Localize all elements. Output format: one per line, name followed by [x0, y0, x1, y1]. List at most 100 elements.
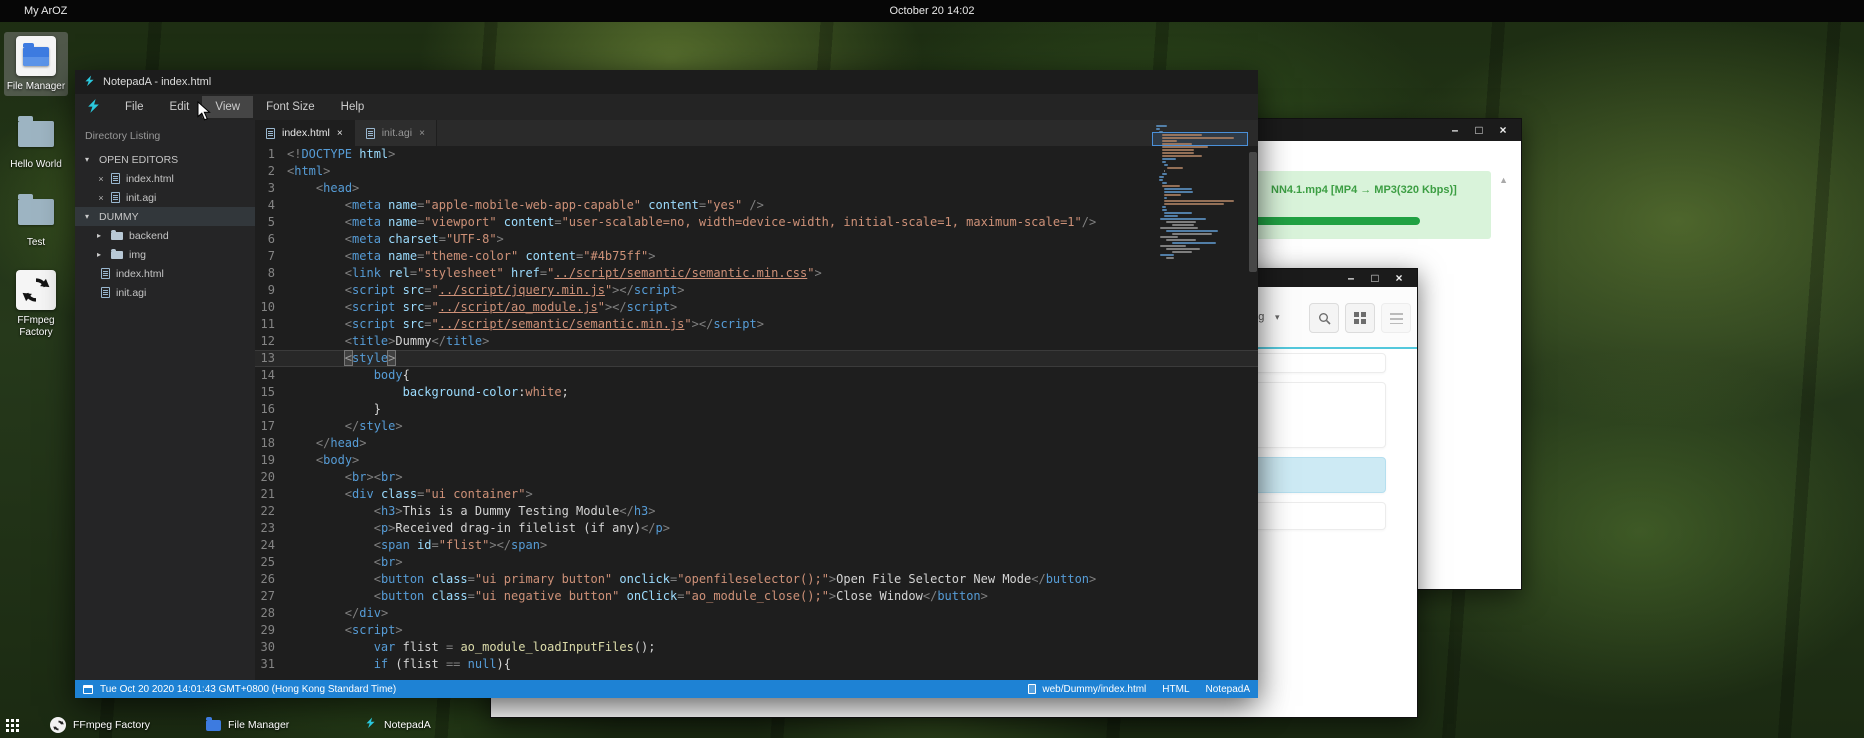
code-line[interactable]: 17 </style>	[255, 418, 1258, 435]
status-language[interactable]: HTML	[1162, 684, 1189, 695]
scroll-up-icon[interactable]: ▲	[1499, 175, 1508, 185]
taskbar-item-file-manager[interactable]: File Manager	[200, 714, 295, 736]
code-line[interactable]: 20 <br><br>	[255, 469, 1258, 486]
code-line[interactable]: 13 <style>	[255, 350, 1258, 367]
ffmpeg-icon	[50, 717, 66, 733]
code-line[interactable]: 18 </head>	[255, 435, 1258, 452]
open-editor-init.agi[interactable]: × init.agi	[75, 188, 255, 207]
code-line[interactable]: 21 <div class="ui container">	[255, 486, 1258, 503]
code-line[interactable]: 14 body{	[255, 367, 1258, 384]
tree-item-label: init.agi	[126, 192, 156, 204]
code-line-text: if (flist == null){	[287, 656, 511, 673]
code-line[interactable]: 7 <meta name="theme-color" content="#4b7…	[255, 248, 1258, 265]
search-button[interactable]	[1309, 303, 1339, 333]
line-number: 3	[255, 180, 287, 197]
close-icon[interactable]: ×	[97, 193, 105, 203]
code-line[interactable]: 16 }	[255, 401, 1258, 418]
taskbar-item-notepada[interactable]: NotepadA	[358, 714, 437, 736]
desktop-icon-file-manager[interactable]: File Manager	[4, 32, 68, 96]
tree-item-index.html[interactable]: index.html	[75, 264, 255, 283]
desktop-icon-test[interactable]: Test	[4, 188, 68, 252]
menu-font-size[interactable]: Font Size	[253, 96, 328, 118]
line-number: 24	[255, 537, 287, 554]
code-line[interactable]: 27 <button class="ui negative button" on…	[255, 588, 1258, 605]
tab-index.html[interactable]: index.html×	[255, 120, 355, 146]
code-editor[interactable]: 1<!DOCTYPE html>2<html>3 <head>4 <meta n…	[255, 146, 1258, 680]
code-line[interactable]: 5 <meta name="viewport" content="user-sc…	[255, 214, 1258, 231]
code-line-text: }	[287, 401, 381, 418]
code-line[interactable]: 8 <link rel="stylesheet" href="../script…	[255, 265, 1258, 282]
close-button[interactable]: ×	[1389, 268, 1409, 288]
tab-bar: index.html×init.agi×	[255, 120, 1258, 146]
tree-item-label: index.html	[116, 268, 164, 280]
sidebar-header: Directory Listing	[75, 120, 255, 150]
minimize-button[interactable]: –	[1445, 120, 1465, 140]
code-line[interactable]: 30 var flist = ao_module_loadInputFiles(…	[255, 639, 1258, 656]
menu-edit[interactable]: Edit	[157, 96, 203, 118]
file-icon	[1028, 684, 1036, 694]
code-line-text: <script src="../script/semantic/semantic…	[287, 316, 764, 333]
taskbar-item-ffmpeg-factory[interactable]: FFmpeg Factory	[44, 714, 156, 736]
taskbar-item-label: NotepadA	[384, 719, 431, 731]
code-line[interactable]: 31 if (flist == null){	[255, 656, 1258, 673]
code-line[interactable]: 15 background-color:white;	[255, 384, 1258, 401]
code-line[interactable]: 28 </div>	[255, 605, 1258, 622]
code-line[interactable]: 26 <button class="ui primary button" onc…	[255, 571, 1258, 588]
code-line[interactable]: 11 <script src="../script/semantic/seman…	[255, 316, 1258, 333]
close-button[interactable]: ×	[1493, 120, 1513, 140]
code-line[interactable]: 3 <head>	[255, 180, 1258, 197]
tree-section-dummy[interactable]: ▾DUMMY	[75, 207, 255, 226]
minimap[interactable]	[1156, 125, 1244, 260]
code-line[interactable]: 22 <h3>This is a Dummy Testing Module</h…	[255, 503, 1258, 520]
notepada-window[interactable]: NotepadA - index.html – □ × FileEditView…	[75, 70, 1258, 698]
desktop-icon-hello-world[interactable]: Hello World	[4, 110, 68, 174]
editor-scrollbar[interactable]	[1249, 152, 1257, 272]
code-line[interactable]: 19 <body>	[255, 452, 1258, 469]
code-line[interactable]: 25 <br>	[255, 554, 1258, 571]
tree-item-img[interactable]: ▸img	[75, 245, 255, 264]
calendar-icon	[83, 685, 93, 694]
minimize-button[interactable]: –	[1341, 268, 1361, 288]
code-line[interactable]: 23 <p>Received drag-in filelist (if any)…	[255, 520, 1258, 537]
maximize-button[interactable]: □	[1469, 120, 1489, 140]
directory-sidebar: Directory Listing ▾OPEN EDITORS×index.ht…	[75, 120, 255, 680]
notepada-titlebar[interactable]: NotepadA - index.html – □ ×	[75, 70, 1258, 94]
code-line[interactable]: 29 <script>	[255, 622, 1258, 639]
taskbar-item-label: File Manager	[228, 719, 289, 731]
line-number: 25	[255, 554, 287, 571]
app-grid-icon[interactable]	[6, 729, 9, 732]
menu-help[interactable]: Help	[328, 96, 378, 118]
desktop-screen: { "topbar": { "brand": "My ArOZ", "clock…	[0, 0, 1864, 738]
open-editor-index.html[interactable]: ×index.html	[75, 169, 255, 188]
line-number: 19	[255, 452, 287, 469]
file-manager-icon	[16, 36, 56, 76]
maximize-button[interactable]: □	[1365, 268, 1385, 288]
code-line-text: <link rel="stylesheet" href="../script/s…	[287, 265, 822, 282]
desktop-icon-ffmpeg-factory[interactable]: FFmpeg Factory	[4, 266, 68, 342]
line-number: 1	[255, 146, 287, 163]
close-icon[interactable]: ×	[337, 128, 343, 139]
code-line[interactable]: 24 <span id="flist"></span>	[255, 537, 1258, 554]
tree-item-backend[interactable]: ▸backend	[75, 226, 255, 245]
menu-file[interactable]: File	[112, 96, 157, 118]
code-line[interactable]: 9 <script src="../script/jquery.min.js">…	[255, 282, 1258, 299]
desktop-icon-label: FFmpeg Factory	[6, 315, 66, 339]
line-number: 30	[255, 639, 287, 656]
code-line[interactable]: 6 <meta charset="UTF-8">	[255, 231, 1258, 248]
code-line-text: <button class="ui negative button" onCli…	[287, 588, 988, 605]
code-line[interactable]: 10 <script src="../script/ao_module.js">…	[255, 299, 1258, 316]
code-line[interactable]: 2<html>	[255, 163, 1258, 180]
close-icon[interactable]: ×	[419, 128, 425, 139]
code-line[interactable]: 4 <meta name="apple-mobile-web-app-capab…	[255, 197, 1258, 214]
close-icon[interactable]: ×	[97, 174, 105, 184]
chevron-right-icon: ▸	[97, 250, 105, 259]
grid-view-button[interactable]	[1345, 303, 1375, 333]
tree-item-init.agi[interactable]: init.agi	[75, 283, 255, 302]
desktop-icon-label: Hello World	[6, 159, 66, 171]
tab-init.agi[interactable]: init.agi×	[355, 120, 437, 146]
code-line[interactable]: 12 <title>Dummy</title>	[255, 333, 1258, 350]
tree-section-open-editors[interactable]: ▾OPEN EDITORS	[75, 150, 255, 169]
list-view-button[interactable]	[1381, 303, 1411, 333]
code-line[interactable]: 1<!DOCTYPE html>	[255, 146, 1258, 163]
line-number: 23	[255, 520, 287, 537]
